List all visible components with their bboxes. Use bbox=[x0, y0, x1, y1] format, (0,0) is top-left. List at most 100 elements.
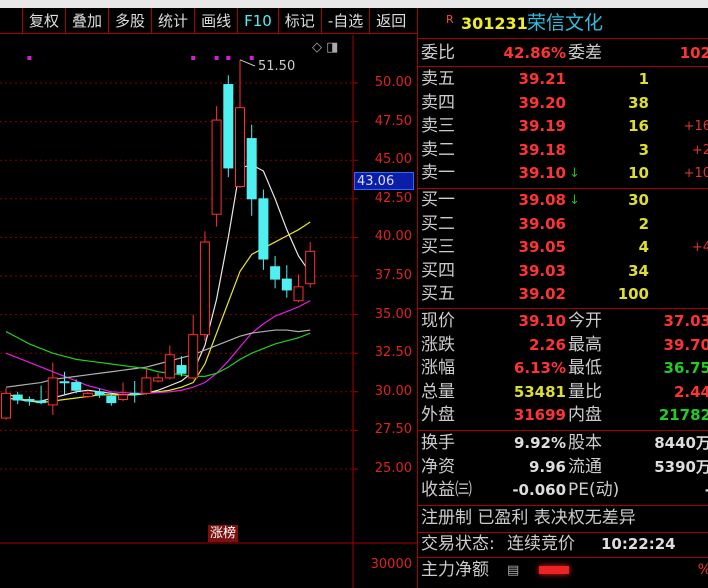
ask-row: 卖四 39.20 38 bbox=[421, 92, 708, 115]
candle-body bbox=[141, 377, 152, 394]
bid-label: 买五 bbox=[421, 284, 455, 305]
candle-body bbox=[176, 365, 187, 374]
candle-body bbox=[1, 392, 11, 419]
stock-code: 301231 bbox=[461, 14, 528, 33]
quote-value: 39.10 bbox=[518, 312, 566, 330]
signal-marker bbox=[214, 56, 219, 60]
toolbar-button-7[interactable]: -自选 bbox=[320, 8, 369, 34]
ask-price: 39.20 bbox=[518, 93, 566, 112]
fund-label2: 股本 bbox=[568, 433, 602, 453]
ask-row: 卖一 39.10 ↓ 10 +10 bbox=[421, 162, 708, 185]
quote-label: 现价 bbox=[421, 311, 455, 331]
bid-price: 39.06 bbox=[518, 214, 566, 233]
candle-body bbox=[211, 119, 222, 215]
quote-label2: 今开 bbox=[568, 311, 602, 331]
kline-chart[interactable] bbox=[0, 35, 417, 588]
candle-body bbox=[188, 334, 199, 379]
toolbar-button-6[interactable]: 标记 bbox=[277, 8, 321, 34]
bid-qty: 4 bbox=[638, 238, 649, 257]
candle-body bbox=[47, 377, 58, 406]
bid-row: 买二 39.06 2 bbox=[421, 213, 708, 236]
quote-value2: 39.70 bbox=[663, 335, 708, 354]
weibi-row: 委比 42.86% 委差 102 bbox=[421, 42, 708, 65]
signal-marker bbox=[191, 56, 196, 60]
quote-label2: 量比 bbox=[568, 381, 602, 402]
fund-label2: PE(动) bbox=[568, 480, 620, 501]
bid-price: 39.05 bbox=[518, 238, 566, 257]
ask-qty: 3 bbox=[638, 140, 649, 159]
bid-row: 买三 39.05 4 +4 bbox=[421, 236, 708, 259]
mainflow-label: 主力净额 bbox=[421, 560, 489, 580]
price-tick: 50.00 bbox=[374, 75, 412, 90]
price-tick: 45.00 bbox=[374, 152, 412, 168]
bid-price: 39.08 bbox=[518, 191, 566, 209]
price-tick: 27.50 bbox=[374, 422, 412, 438]
fund-label: 收益㈢ bbox=[421, 480, 472, 501]
diamond-icon[interactable]: ◇ bbox=[312, 40, 322, 55]
bid-row: 买一 39.08 ↓ 30 bbox=[421, 189, 708, 212]
list-icon[interactable]: ▤ bbox=[507, 559, 519, 582]
quote-label: 涨跌 bbox=[421, 334, 455, 355]
price-tick: 30.00 bbox=[374, 383, 412, 399]
signal-marker bbox=[226, 56, 231, 60]
quote-row: 外盘 31699 内盘 21782 bbox=[421, 404, 708, 427]
quote-panel: R 301231 荣信文化 委比 42.86% 委差 102 卖五 39.21 1 卖… bbox=[417, 8, 708, 588]
quote-value2: 2.44 bbox=[673, 382, 708, 401]
rank-badge[interactable]: 涨榜 bbox=[208, 525, 239, 542]
ask-row: 卖三 39.19 16 +16 bbox=[421, 115, 708, 138]
ask-price: 39.10 bbox=[518, 164, 566, 183]
toolbar-button-1[interactable]: 叠加 bbox=[65, 8, 108, 34]
chart-toolbar: 复权 叠加 多股 统计 画线 F10 标记 -自选 返回 bbox=[0, 8, 417, 34]
quote-label2: 内盘 bbox=[568, 405, 602, 426]
price-tick: 42.50 bbox=[374, 190, 412, 206]
down-arrow-icon: ↓ bbox=[569, 193, 580, 208]
ask-label: 卖三 bbox=[421, 116, 455, 137]
status-row: 交易状态: 连续竞价 10:22:24 bbox=[421, 533, 708, 556]
toolbar-button-8[interactable]: 返回 bbox=[369, 8, 412, 34]
candle-body bbox=[59, 381, 70, 384]
stock-header: R 301231 荣信文化 bbox=[421, 12, 708, 35]
signal-marker bbox=[27, 56, 32, 60]
price-tick: 47.50 bbox=[374, 113, 412, 129]
fund-row: 净资 9.96 流通 5390万 bbox=[421, 456, 708, 479]
toolbar-button-4[interactable]: 画线 bbox=[194, 8, 237, 34]
bid-change: +4 bbox=[691, 240, 708, 256]
candle-body bbox=[293, 286, 304, 302]
fund-label2: 流通 bbox=[568, 456, 602, 477]
candle-body bbox=[281, 278, 292, 291]
ask-row: 卖五 39.21 1 bbox=[421, 68, 708, 91]
weibi-value: 42.86% bbox=[503, 44, 566, 62]
quote-value: 2.26 bbox=[528, 335, 566, 354]
ask-label: 卖四 bbox=[421, 92, 455, 113]
quote-label2: 最高 bbox=[568, 334, 602, 355]
quote-value: 6.13% bbox=[513, 359, 566, 378]
toolbar-button-5[interactable]: F10 bbox=[237, 8, 278, 34]
fund-row: 换手 9.92% 股本 8440万 bbox=[421, 432, 708, 455]
toolbar-button-2[interactable]: 多股 bbox=[108, 8, 151, 34]
toolbar-button-3[interactable]: 统计 bbox=[151, 8, 194, 34]
candle-body bbox=[82, 392, 93, 397]
candle-body bbox=[246, 138, 257, 200]
candle-body bbox=[258, 198, 269, 260]
bid-row: 买四 39.03 34 bbox=[421, 260, 708, 283]
toolbar-button-0[interactable]: 复权 bbox=[22, 8, 65, 34]
price-tick: 25.00 bbox=[374, 461, 412, 476]
chart-icons: ◇ ◨ bbox=[312, 40, 338, 55]
candle-body bbox=[153, 377, 164, 382]
quote-row: 涨跌 2.26 最高 39.70 bbox=[421, 334, 708, 357]
candle-body bbox=[164, 354, 175, 379]
ask-change: +10 bbox=[683, 166, 708, 182]
quote-label2: 最低 bbox=[568, 358, 602, 379]
bid-qty: 30 bbox=[628, 191, 649, 209]
quote-label: 外盘 bbox=[421, 405, 455, 426]
quote-row: 涨幅 6.13% 最低 36.75 bbox=[421, 357, 708, 380]
stock-name: 荣信文化 bbox=[527, 12, 604, 34]
ask-qty: 16 bbox=[628, 117, 649, 136]
panel-toggle-icon[interactable]: ◨ bbox=[326, 40, 338, 55]
ask-label: 卖五 bbox=[421, 69, 455, 89]
quote-label: 涨幅 bbox=[421, 358, 455, 379]
volume-axis-tick: 30000 bbox=[370, 557, 412, 572]
high-price-label: 51.50 bbox=[258, 59, 296, 74]
status-time: 10:22:24 bbox=[601, 535, 676, 553]
signal-marker bbox=[249, 56, 254, 60]
